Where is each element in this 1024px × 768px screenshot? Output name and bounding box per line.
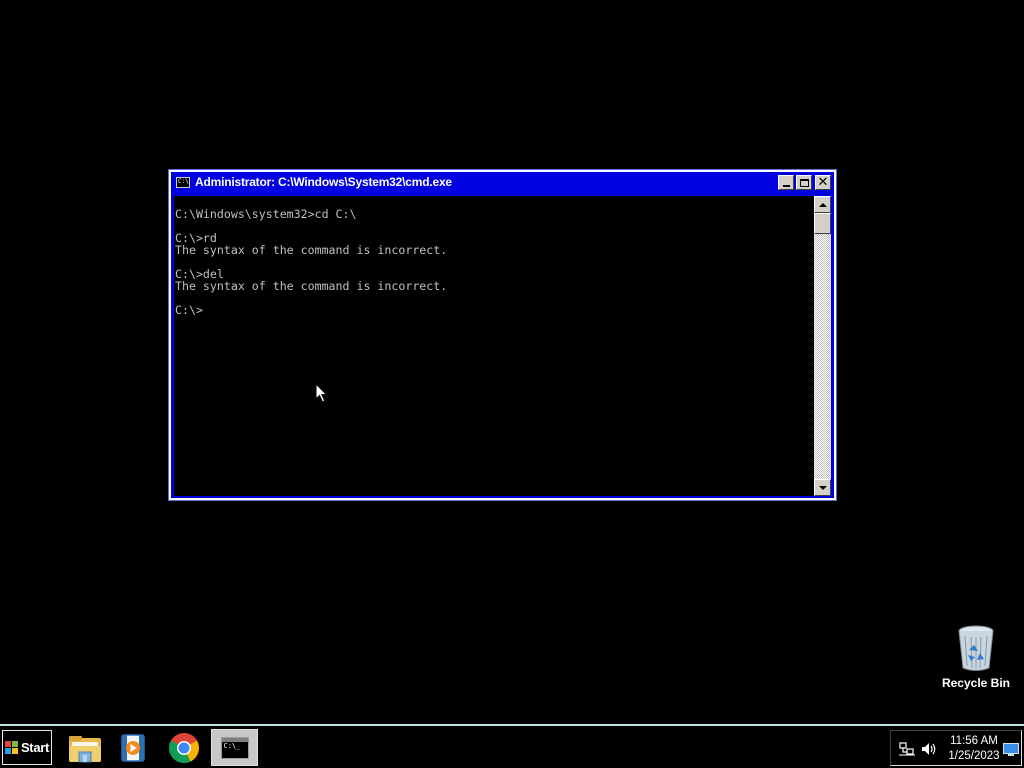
maximize-button[interactable] <box>796 175 812 190</box>
title-bar[interactable]: C:\ Administrator: C:\Windows\System32\c… <box>171 172 834 193</box>
arrow-up-icon <box>818 202 827 207</box>
scroll-down-button[interactable] <box>814 479 831 496</box>
show-desktop-icon[interactable] <box>1003 743 1019 756</box>
mouse-pointer-icon <box>315 383 328 403</box>
cmd-window-frame: C:\ Administrator: C:\Windows\System32\c… <box>171 172 834 498</box>
volume-icon[interactable] <box>921 742 937 756</box>
cmd-icon-titlebar <box>221 737 248 742</box>
minimize-button[interactable] <box>778 175 794 190</box>
arrow-down-icon <box>818 485 827 490</box>
taskbar-command-prompt[interactable]: C:\_ <box>211 729 258 766</box>
media-player-icon <box>121 733 145 762</box>
console-area[interactable]: C:\Windows\system32>cd C:\ C:\>rd The sy… <box>174 196 814 496</box>
close-icon: ✕ <box>817 175 829 190</box>
scrollbar-thumb[interactable] <box>814 213 831 234</box>
close-button[interactable]: ✕ <box>815 175 831 190</box>
command-prompt-icon: C:\_ <box>220 736 249 759</box>
recycle-bin-shortcut[interactable]: Recycle Bin <box>936 624 1016 694</box>
cmd-window-icon[interactable]: C:\ <box>176 177 190 188</box>
windows-explorer-icon <box>69 735 101 762</box>
taskbar: Start C:\_ 11:56 AM 1/25/2023 <box>0 724 1024 768</box>
console-output: C:\Windows\system32>cd C:\ C:\>rd The sy… <box>175 207 448 317</box>
clock-time: 11:56 AM <box>950 735 998 747</box>
window-title: Administrator: C:\Windows\System32\cmd.e… <box>195 175 452 189</box>
taskbar-windows-explorer[interactable] <box>62 729 108 766</box>
taskbar-chrome[interactable] <box>161 729 207 766</box>
start-button[interactable]: Start <box>2 730 52 765</box>
system-tray: 11:56 AM 1/25/2023 <box>890 730 1022 766</box>
minimize-icon <box>782 185 790 187</box>
recycle-bin-label: Recycle Bin <box>941 676 1011 690</box>
recycle-bin-icon <box>958 625 994 671</box>
clock-date: 1/25/2023 <box>948 750 1000 762</box>
clock[interactable]: 11:56 AM 1/25/2023 <box>939 734 1009 764</box>
chrome-icon <box>168 732 199 763</box>
network-icon[interactable] <box>899 742 915 756</box>
taskbar-media-player[interactable] <box>110 729 156 766</box>
windows-logo-icon <box>4 741 18 754</box>
cmd-window[interactable]: C:\ Administrator: C:\Windows\System32\c… <box>168 169 837 501</box>
cmd-icon-text: C:\_ <box>223 741 241 750</box>
start-label: Start <box>20 740 50 755</box>
scroll-up-button[interactable] <box>814 196 831 213</box>
vertical-scrollbar[interactable] <box>814 196 831 496</box>
maximize-icon <box>799 178 809 187</box>
